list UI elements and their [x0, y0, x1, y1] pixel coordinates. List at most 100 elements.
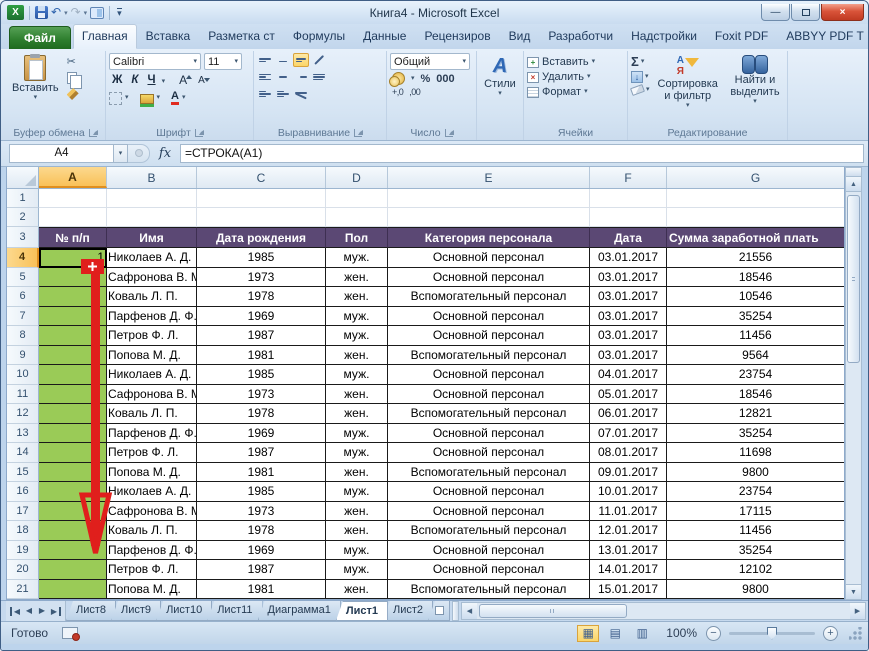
font-name-combo[interactable]: Calibri ▾: [109, 53, 201, 70]
row-header-15[interactable]: 15: [7, 462, 39, 482]
cell-E12[interactable]: Вспомогательный персонал: [388, 404, 590, 424]
cell-A5[interactable]: [39, 267, 107, 287]
cell-B4[interactable]: Николаев А. Д.: [107, 248, 197, 268]
vertical-split-handle[interactable]: [846, 168, 861, 177]
cell-D1[interactable]: [326, 189, 388, 208]
close-button[interactable]: ×: [821, 4, 864, 21]
cell-D9[interactable]: жен.: [326, 345, 388, 365]
cell-E6[interactable]: Вспомогательный персонал: [388, 287, 590, 307]
cell-G16[interactable]: 23754: [667, 482, 844, 502]
cell-F13[interactable]: 07.01.2017: [590, 423, 667, 443]
quick-access-extra-icon[interactable]: [90, 6, 105, 19]
table-header-cell[interactable]: Пол: [326, 227, 388, 248]
cell-E18[interactable]: Вспомогательный персонал: [388, 521, 590, 541]
row-header-6[interactable]: 6: [7, 287, 39, 307]
cell-A18[interactable]: [39, 521, 107, 541]
cell-B14[interactable]: Петров Ф. Л.: [107, 443, 197, 463]
cell-F8[interactable]: 03.01.2017: [590, 326, 667, 346]
cell-A7[interactable]: [39, 306, 107, 326]
cell-C5[interactable]: 1973: [197, 267, 326, 287]
next-sheet-icon[interactable]: ▶: [36, 603, 48, 619]
cell-E13[interactable]: Основной персонал: [388, 423, 590, 443]
row-header-19[interactable]: 19: [7, 540, 39, 560]
cell-E5[interactable]: Основной персонал: [388, 267, 590, 287]
dialog-launcher-icon[interactable]: [194, 128, 204, 137]
dialog-launcher-icon[interactable]: [444, 128, 454, 137]
cell-A6[interactable]: [39, 287, 107, 307]
cell-C19[interactable]: 1969: [197, 540, 326, 560]
cell-E14[interactable]: Основной персонал: [388, 443, 590, 463]
styles-button[interactable]: A Стили ▾: [480, 53, 520, 125]
cell-D19[interactable]: муж.: [326, 540, 388, 560]
redo-icon[interactable]: ↷: [71, 6, 81, 19]
cell-B11[interactable]: Сафронова В. М.: [107, 384, 197, 404]
cell-F9[interactable]: 03.01.2017: [590, 345, 667, 365]
select-all-button[interactable]: [7, 167, 39, 188]
row-header-10[interactable]: 10: [7, 365, 39, 385]
shrink-font-button[interactable]: А: [195, 73, 210, 88]
row-header-12[interactable]: 12: [7, 404, 39, 424]
cell-B1[interactable]: [107, 189, 197, 208]
align-top-button[interactable]: [257, 53, 273, 67]
cell-F21[interactable]: 15.01.2017: [590, 579, 667, 599]
format-cells-button[interactable]: Формат ▾: [527, 86, 595, 98]
row-header-2[interactable]: 2: [7, 208, 39, 227]
cell-B10[interactable]: Николаев А. Д.: [107, 365, 197, 385]
cell-D10[interactable]: муж.: [326, 365, 388, 385]
column-header-E[interactable]: E: [388, 167, 590, 188]
cell-F18[interactable]: 12.01.2017: [590, 521, 667, 541]
name-box[interactable]: A4: [9, 143, 113, 163]
save-icon[interactable]: [35, 6, 48, 19]
cell-G11[interactable]: 18546: [667, 384, 844, 404]
cell-D12[interactable]: жен.: [326, 404, 388, 424]
paste-button[interactable]: Вставить ▾: [8, 53, 63, 125]
cut-icon[interactable]: ✂: [67, 56, 83, 68]
vertical-scrollbar[interactable]: ▲ ▼: [845, 167, 862, 600]
zoom-slider-thumb[interactable]: [767, 626, 777, 640]
cell-E19[interactable]: Основной персонал: [388, 540, 590, 560]
zoom-in-button[interactable]: +: [823, 625, 838, 641]
cell-A13[interactable]: [39, 423, 107, 443]
cell-F14[interactable]: 08.01.2017: [590, 443, 667, 463]
page-layout-view-button[interactable]: ▤: [604, 625, 626, 642]
cell-G8[interactable]: 11456: [667, 326, 844, 346]
cell-E15[interactable]: Вспомогательный персонал: [388, 462, 590, 482]
paste-dropdown-icon[interactable]: ▾: [34, 94, 38, 101]
wrap-text-button[interactable]: [293, 87, 309, 101]
cell-F1[interactable]: [590, 189, 667, 208]
cell-D16[interactable]: муж.: [326, 482, 388, 502]
tab-ABBYY PDF T[interactable]: ABBYY PDF T: [777, 24, 868, 49]
cell-G5[interactable]: 18546: [667, 267, 844, 287]
dialog-launcher-icon[interactable]: [354, 128, 364, 137]
insert-cells-button[interactable]: + Вставить ▾: [527, 56, 595, 68]
cell-G21[interactable]: 9800: [667, 579, 844, 599]
cell-B20[interactable]: Петров Ф. Л.: [107, 560, 197, 580]
cell-G1[interactable]: [667, 189, 844, 208]
cell-B18[interactable]: Коваль Л. П.: [107, 521, 197, 541]
scroll-right-icon[interactable]: ▶: [850, 603, 865, 619]
cell-D11[interactable]: жен.: [326, 384, 388, 404]
cell-F4[interactable]: 03.01.2017: [590, 248, 667, 268]
scroll-down-icon[interactable]: ▼: [846, 584, 861, 599]
row-header-20[interactable]: 20: [7, 560, 39, 580]
cell-C8[interactable]: 1987: [197, 326, 326, 346]
sheet-tab-Лист11[interactable]: Лист11: [207, 601, 263, 621]
clear-button[interactable]: ▾: [630, 84, 650, 96]
cell-E8[interactable]: Основной персонал: [388, 326, 590, 346]
cell-G17[interactable]: 17115: [667, 501, 844, 521]
tab-Вид[interactable]: Вид: [500, 24, 540, 49]
sheet-tab-Лист2[interactable]: Лист2: [382, 601, 433, 621]
align-center-button[interactable]: [275, 70, 291, 84]
cell-C10[interactable]: 1985: [197, 365, 326, 385]
font-size-combo[interactable]: 11 ▾: [204, 53, 242, 70]
row-header-4[interactable]: 4: [7, 248, 39, 268]
cell-B13[interactable]: Парфенов Д. Ф.: [107, 423, 197, 443]
row-header-5[interactable]: 5: [7, 267, 39, 287]
cell-G14[interactable]: 11698: [667, 443, 844, 463]
cell-F16[interactable]: 10.01.2017: [590, 482, 667, 502]
cell-B2[interactable]: [107, 208, 197, 227]
row-header-9[interactable]: 9: [7, 345, 39, 365]
scroll-up-icon[interactable]: ▲: [846, 177, 861, 192]
table-header-cell[interactable]: Сумма заработной плать: [667, 227, 844, 248]
sort-filter-button[interactable]: АЯ Сортировка и фильтр ▾: [654, 53, 722, 125]
